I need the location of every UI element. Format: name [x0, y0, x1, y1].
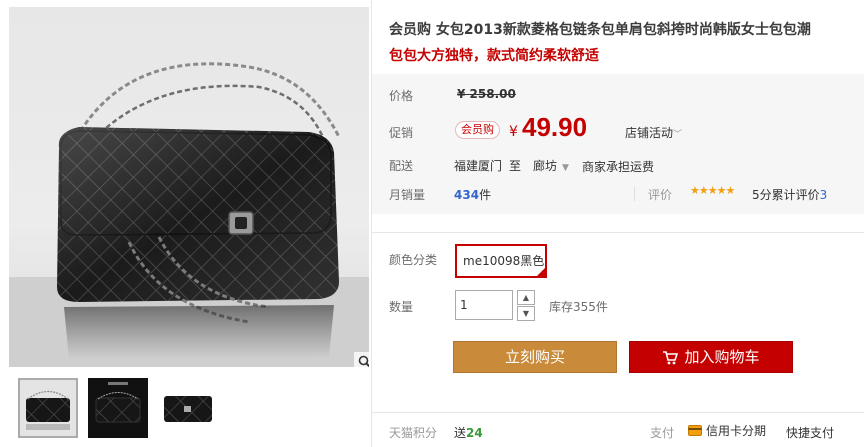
current-price: 49.90 [522, 112, 588, 142]
destination-selector[interactable]: 廊坊 ▼ [533, 157, 569, 174]
ship-to-word: 至 [509, 159, 522, 173]
destination-label: 廊坊 [533, 159, 558, 173]
product-title: 会员购 女包2013新款菱格包链条包单肩包斜挎时尚韩版女士包包潮 [389, 22, 811, 38]
thumbnail-2[interactable] [88, 378, 148, 438]
product-subtitle: 包包大方独特，款式简约柔软舒适 [389, 48, 599, 64]
thumbnail-3[interactable] [158, 378, 218, 438]
rating-text: 5分累计评价 [752, 188, 820, 202]
monthly-sales-label: 月销量 [389, 188, 426, 202]
promo-label: 促销 [389, 126, 414, 140]
credit-card-installment[interactable]: 信用卡分期 [688, 422, 766, 439]
payment-label: 支付 [650, 426, 675, 440]
divider [634, 187, 635, 201]
rating-stars-icon: ★★★★★ [690, 184, 735, 197]
sales-unit: 件 [479, 188, 492, 202]
product-gallery [0, 0, 372, 447]
review-summary[interactable]: 5分累计评价3 [752, 186, 827, 203]
quick-pay[interactable]: 快捷支付 [786, 424, 834, 441]
sales-count: 434 [454, 188, 480, 202]
dropdown-triangle-icon: ▼ [562, 163, 569, 173]
points-number: 24 [466, 426, 483, 440]
chevron-down-icon: ▼ [522, 309, 530, 318]
price-label: 价格 [389, 89, 414, 103]
shipping-fee: 商家承担运费 [582, 160, 655, 174]
buy-now-button[interactable]: 立刻购买 [453, 341, 617, 373]
handbag-illustration [9, 62, 369, 367]
quantity-input[interactable] [455, 290, 513, 320]
points-value: 送24 [454, 424, 483, 441]
thumbnail-1[interactable] [18, 378, 78, 438]
quantity-decrease-button[interactable]: ▼ [517, 306, 535, 321]
original-price-value: ¥ 258.00 [457, 87, 516, 101]
section-divider [372, 232, 864, 233]
credit-card-label: 信用卡分期 [706, 424, 767, 438]
ship-from: 福建厦门 [454, 159, 503, 173]
store-promo-dropdown[interactable]: 店铺活动﹀ [625, 124, 682, 141]
points-label: 天猫积分 [389, 426, 438, 440]
shipping-label: 配送 [389, 159, 414, 173]
quantity-increase-button[interactable]: ▲ [517, 290, 535, 305]
magnifier-icon [358, 355, 369, 367]
stock-count: 库存355件 [549, 300, 608, 314]
cart-icon [663, 350, 679, 364]
selected-check-icon [537, 268, 545, 276]
color-option-label: me10098黑色 [463, 254, 545, 268]
chevron-up-icon: ▲ [522, 293, 530, 302]
thumbnail-list [18, 378, 218, 438]
thumbnail-image [20, 380, 76, 436]
product-info: 会员购 女包2013新款菱格包链条包单肩包斜挎时尚韩版女士包包潮 包包大方独特，… [372, 0, 864, 447]
add-to-cart-label: 加入购物车 [684, 348, 760, 366]
color-option-selected[interactable]: me10098黑色 [455, 244, 547, 278]
credit-card-icon [688, 425, 702, 436]
store-promo-label: 店铺活动 [625, 126, 674, 140]
thumbnail-image [158, 378, 218, 438]
color-label: 颜色分类 [389, 253, 438, 267]
promo-tag: 会员购 [455, 121, 500, 139]
zoom-button[interactable] [353, 351, 369, 367]
thumbnail-image [88, 378, 148, 438]
original-price: ¥ 258.00 [454, 87, 516, 101]
review-count: 3 [819, 188, 828, 202]
add-to-cart-button[interactable]: 加入购物车 [629, 341, 793, 373]
section-divider [372, 412, 864, 413]
currency-symbol: ¥ [509, 124, 518, 140]
review-label: 评价 [648, 188, 673, 202]
points-prefix: 送 [454, 426, 467, 440]
main-product-image[interactable] [9, 7, 369, 367]
monthly-sales: 434件 [454, 186, 491, 203]
quantity-label: 数量 [389, 300, 414, 314]
chevron-down-icon: ﹀ [673, 130, 683, 140]
